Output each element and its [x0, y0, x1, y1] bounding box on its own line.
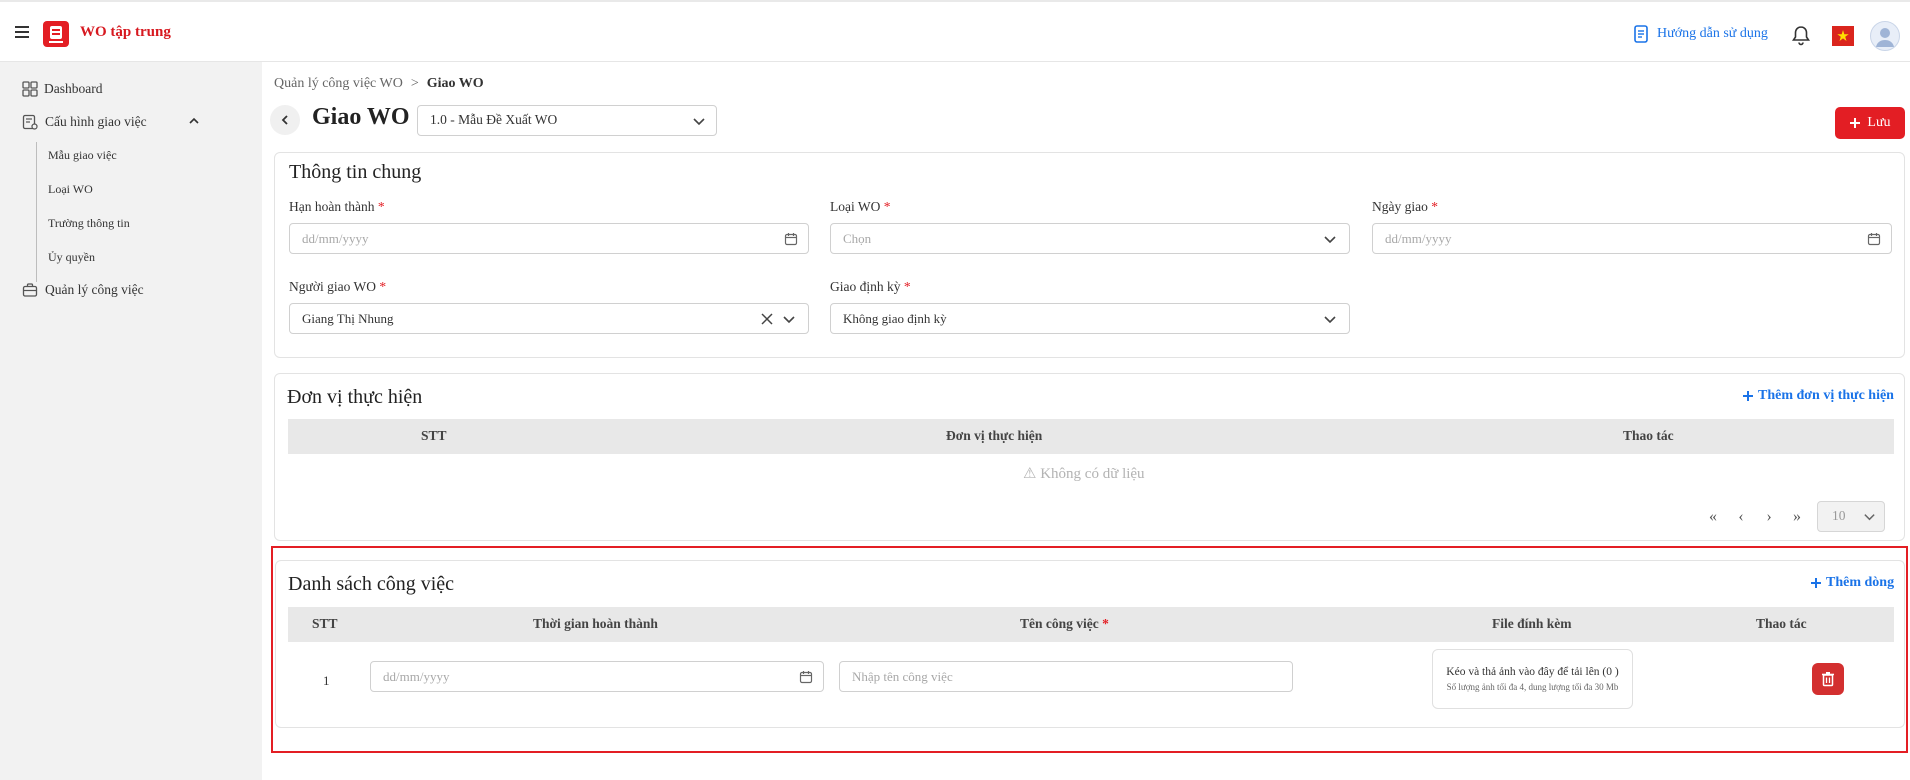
general-info-title: Thông tin chung	[289, 161, 422, 183]
pagination: « ‹ › » 10	[1699, 501, 1885, 532]
page-title: Giao WO	[312, 104, 410, 130]
units-table-header: STT Đơn vị thực hiện Thao tác	[288, 419, 1894, 454]
form-config-icon	[22, 114, 38, 130]
page-size-select[interactable]: 10	[1817, 501, 1885, 532]
units-card: Đơn vị thực hiện Thêm đơn vị thực hiện S…	[274, 373, 1905, 541]
menu-icon[interactable]	[13, 25, 31, 39]
sidebar-subitem-template[interactable]: Mẫu giao việc	[48, 148, 117, 163]
chevron-down-icon	[1863, 510, 1876, 523]
top-bar: WO tập trung Hướng dẫn sử dụng	[0, 0, 1910, 62]
wo-type-select[interactable]: Chọn	[830, 223, 1350, 254]
grid-icon	[22, 81, 38, 97]
chevron-down-icon	[1323, 312, 1339, 328]
deadline-label-text: Hạn hoàn thành	[289, 199, 375, 214]
add-unit-button[interactable]: Thêm đơn vị thực hiện	[1742, 388, 1894, 404]
app-title[interactable]: WO tập trung	[80, 24, 171, 41]
breadcrumb-parent[interactable]: Quản lý công việc WO	[274, 76, 403, 92]
deadline-date-input[interactable]: dd/mm/yyyy	[289, 223, 809, 254]
chevron-up-icon[interactable]	[188, 115, 200, 127]
assigner-label-text: Người giao WO	[289, 279, 376, 294]
assigner-select[interactable]: Giang Thị Nhung	[289, 303, 809, 334]
empty-state: ⚠ Không có dữ liệu	[1023, 466, 1145, 482]
breadcrumb-separator: >	[410, 76, 419, 91]
required-mark: *	[379, 279, 387, 294]
breadcrumb: Quản lý công việc WO > Giao WO	[274, 76, 484, 92]
column-header-action: Thao tác	[1623, 428, 1674, 443]
sidebar-item-label: Quản lý công việc	[45, 282, 144, 297]
app-logo[interactable]	[43, 21, 69, 47]
sidebar-item-label: Dashboard	[44, 81, 103, 96]
chevron-down-icon	[692, 114, 706, 128]
assign-date-label-text: Ngày giao	[1372, 199, 1428, 214]
sidebar: Dashboard Cấu hình giao việc Mẫu giao vi…	[0, 62, 262, 780]
periodic-label-text: Giao định kỳ	[830, 279, 901, 294]
template-select-value: 1.0 - Mẫu Đề Xuất WO	[430, 112, 558, 127]
chevron-left-icon	[279, 114, 291, 126]
calendar-icon[interactable]	[784, 232, 800, 248]
calendar-icon[interactable]	[1867, 232, 1883, 248]
required-mark: *	[883, 199, 891, 214]
bell-icon[interactable]	[1790, 24, 1812, 46]
assign-date-label: Ngày giao *	[1372, 199, 1438, 215]
sidebar-subitem-wo-type[interactable]: Loại WO	[48, 182, 93, 197]
last-page-button[interactable]: »	[1783, 503, 1811, 531]
periodic-label: Giao định kỳ *	[830, 279, 911, 295]
sidebar-item-task-management[interactable]: Quản lý công việc	[22, 282, 144, 298]
briefcase-icon	[22, 282, 38, 298]
template-select[interactable]: 1.0 - Mẫu Đề Xuất WO	[417, 105, 717, 136]
sidebar-subitem-delegation[interactable]: Ủy quyền	[48, 250, 95, 265]
add-unit-label: Thêm đơn vị thực hiện	[1758, 388, 1894, 403]
highlight-frame	[271, 546, 1908, 753]
first-page-button[interactable]: «	[1699, 503, 1727, 531]
clear-icon[interactable]	[760, 312, 776, 328]
wo-type-label-text: Loại WO	[830, 199, 881, 214]
periodic-value: Không giao định kỳ	[843, 311, 947, 326]
sidebar-item-dashboard[interactable]: Dashboard	[22, 81, 102, 97]
breadcrumb-current: Giao WO	[426, 76, 484, 91]
user-guide-link[interactable]: Hướng dẫn sử dụng	[1633, 25, 1768, 43]
chevron-down-icon	[782, 312, 798, 328]
previous-page-button[interactable]: ‹	[1727, 503, 1755, 531]
assigner-label: Người giao WO *	[289, 279, 386, 295]
deadline-placeholder: dd/mm/yyyy	[302, 231, 369, 246]
sidebar-item-label: Cấu hình giao việc	[45, 114, 147, 129]
book-icon	[1633, 25, 1649, 43]
submenu-divider	[36, 142, 37, 282]
user-guide-label: Hướng dẫn sử dụng	[1657, 26, 1768, 41]
avatar[interactable]	[1870, 21, 1900, 51]
deadline-label: Hạn hoàn thành *	[289, 199, 385, 215]
sidebar-item-config[interactable]: Cấu hình giao việc	[22, 114, 208, 130]
required-mark: *	[377, 199, 385, 214]
page-size-value: 10	[1832, 508, 1846, 523]
save-button[interactable]: Lưu	[1835, 107, 1905, 139]
save-button-label: Lưu	[1867, 115, 1891, 130]
plus-icon	[1849, 117, 1861, 129]
required-mark: *	[1431, 199, 1438, 214]
column-header-unit: Đơn vị thực hiện	[946, 428, 1043, 443]
chevron-down-icon	[1323, 232, 1339, 248]
units-title: Đơn vị thực hiện	[287, 386, 423, 408]
column-header-stt: STT	[421, 428, 447, 443]
periodic-select[interactable]: Không giao định kỳ	[830, 303, 1350, 334]
required-mark: *	[903, 279, 911, 294]
wo-type-placeholder: Chọn	[843, 231, 872, 246]
assign-date-placeholder: dd/mm/yyyy	[1385, 231, 1452, 246]
back-button[interactable]	[270, 105, 300, 135]
sidebar-subitem-fields[interactable]: Trường thông tin	[48, 216, 130, 231]
next-page-button[interactable]: ›	[1755, 503, 1783, 531]
assign-date-input[interactable]: dd/mm/yyyy	[1372, 223, 1892, 254]
general-info-card: Thông tin chung Hạn hoàn thành * dd/mm/y…	[274, 152, 1905, 358]
wo-type-label: Loại WO *	[830, 199, 891, 215]
vietnam-flag-icon[interactable]	[1832, 26, 1854, 46]
assigner-value: Giang Thị Nhung	[302, 311, 394, 326]
plus-icon	[1742, 390, 1754, 402]
